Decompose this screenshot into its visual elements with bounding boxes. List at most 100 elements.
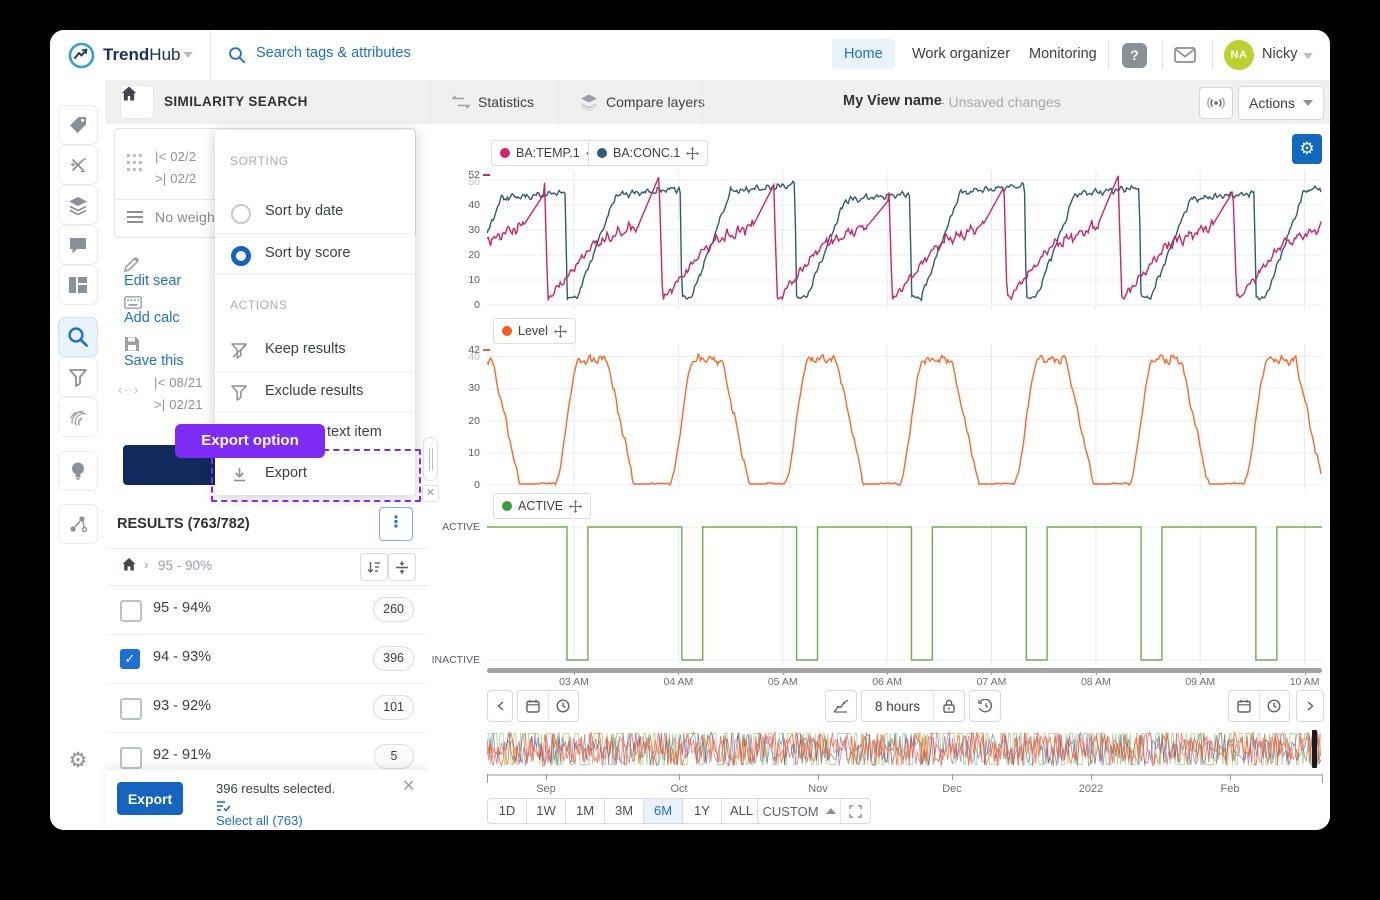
tab-monitoring[interactable]: Monitoring: [1017, 39, 1109, 69]
actions-header: ACTIONS: [230, 298, 288, 312]
broadcast-button[interactable]: [1199, 87, 1233, 119]
fit-screen-icon: [849, 805, 862, 818]
month-label: Dec: [942, 783, 962, 795]
overview-strip[interactable]: [487, 730, 1322, 768]
edit-search-link[interactable]: Edit sear: [124, 256, 181, 290]
close-footer-icon[interactable]: ✕: [402, 776, 415, 796]
row-checkbox[interactable]: [120, 698, 142, 720]
month-label: Nov: [808, 783, 828, 795]
result-row[interactable]: ✓ 94 - 93% 396: [106, 634, 428, 684]
radio-unselected[interactable]: [231, 204, 251, 224]
move-icon[interactable]: [569, 500, 582, 513]
rail-comments-button[interactable]: [59, 226, 97, 264]
user-name: Nicky: [1262, 46, 1297, 62]
select-all-link[interactable]: Select all (763): [216, 800, 303, 830]
logo-chevron-down-icon[interactable]: [183, 52, 193, 58]
rail-context-button[interactable]: [59, 505, 97, 543]
collapse-results-button[interactable]: [388, 553, 416, 581]
row-checkbox[interactable]: [120, 600, 142, 622]
series-color-dot: [502, 326, 512, 336]
sort-icon: [367, 561, 381, 574]
tab-compare-layers[interactable]: Compare layers: [580, 80, 705, 124]
range-button-1d[interactable]: 1D: [487, 798, 527, 824]
tab-home[interactable]: Home: [832, 39, 895, 69]
help-button[interactable]: ?: [1122, 43, 1147, 68]
mini-close-icon[interactable]: ✕: [422, 485, 439, 502]
chart-settings-button[interactable]: ⚙: [1292, 134, 1322, 164]
fit-range-button[interactable]: [840, 799, 869, 823]
sort-results-button[interactable]: [360, 553, 388, 581]
tab-statistics[interactable]: Statistics: [452, 80, 534, 124]
rail-settings-button[interactable]: ⚙: [59, 741, 97, 779]
duration-button[interactable]: 8 hours: [862, 691, 933, 721]
row-label: 95 - 94%: [153, 600, 211, 616]
rail-fingerprint-button[interactable]: [59, 398, 97, 436]
chart-type-button[interactable]: [825, 690, 857, 722]
calendar-icon: [526, 699, 540, 713]
rail-filter-button[interactable]: [59, 358, 97, 396]
range-button-1m[interactable]: 1M: [565, 798, 605, 824]
overview-selection-handle[interactable]: [1312, 730, 1317, 768]
chart-active[interactable]: [487, 520, 1322, 665]
menu-item-sort-by-date[interactable]: Sort by date: [215, 192, 415, 233]
actions-button[interactable]: Actions: [1238, 86, 1324, 120]
history-button[interactable]: [969, 690, 1001, 722]
avatar[interactable]: NA: [1224, 40, 1254, 70]
tab-work-organizer[interactable]: Work organizer: [900, 39, 1022, 69]
y-label: 30: [440, 382, 480, 394]
mail-icon[interactable]: [1174, 47, 1196, 63]
x-axis-scrollbar[interactable]: [487, 668, 1322, 673]
user-chevron-down-icon[interactable]: [1303, 53, 1313, 59]
start-time-button[interactable]: [548, 691, 579, 721]
rail-recommendations-button[interactable]: [59, 452, 97, 490]
result-row[interactable]: 95 - 94% 260: [106, 585, 428, 635]
result-row[interactable]: 93 - 92% 101: [106, 683, 428, 733]
rail-tags-button[interactable]: [59, 106, 97, 144]
row-label: 93 - 92%: [153, 698, 211, 714]
end-time-button[interactable]: [1259, 691, 1290, 721]
start-date-button[interactable]: [518, 691, 548, 721]
search-input[interactable]: [254, 44, 558, 62]
breadcrumb-home-icon[interactable]: [122, 558, 136, 571]
menu-item-exclude-results[interactable]: Exclude results: [215, 371, 415, 413]
legend-chip-level[interactable]: Level: [493, 318, 576, 344]
rail-operators-button[interactable]: [59, 146, 97, 184]
move-icon[interactable]: [686, 147, 699, 160]
range-button-1y[interactable]: 1Y: [682, 798, 722, 824]
chart-level[interactable]: [487, 345, 1322, 490]
custom-range-button[interactable]: CUSTOM: [758, 799, 840, 823]
export-selected-button[interactable]: Export: [117, 782, 183, 815]
legend-chip-ba-conc[interactable]: BA:CONC.1: [588, 140, 708, 166]
app-logo[interactable]: [68, 42, 95, 69]
panel-scrollbar-grip[interactable]: [423, 437, 438, 481]
results-menu-button[interactable]: ⋮: [379, 507, 413, 541]
chart-temp-conc[interactable]: [487, 170, 1322, 310]
tab-statistics-label: Statistics: [478, 94, 534, 110]
save-search-link[interactable]: Save this: [124, 336, 184, 370]
menu-item-sort-by-score[interactable]: Sort by score: [215, 233, 415, 275]
radio-selected[interactable]: [231, 246, 251, 266]
row-checkbox-checked[interactable]: ✓: [120, 649, 140, 669]
move-icon[interactable]: [554, 325, 567, 338]
rail-layers-button[interactable]: [59, 186, 97, 224]
menu-item-export[interactable]: Export: [215, 453, 415, 496]
legend-chip-active[interactable]: ACTIVE: [493, 493, 591, 519]
row-checkbox[interactable]: [120, 747, 142, 769]
time-label: 04 AM: [663, 676, 693, 688]
rail-search-button[interactable]: [59, 318, 97, 356]
end-date-button[interactable]: [1229, 691, 1259, 721]
rail-dashboard-button[interactable]: [59, 266, 97, 304]
time-label: 03 AM: [559, 676, 589, 688]
legend-label: Level: [518, 324, 548, 338]
pan-right-button[interactable]: [1296, 690, 1324, 722]
range-button-3m[interactable]: 3M: [604, 798, 644, 824]
home-view-button[interactable]: [121, 86, 153, 118]
pan-left-button[interactable]: [487, 690, 513, 722]
breadcrumb: 95 - 90%: [158, 558, 212, 573]
menu-item-keep-results[interactable]: Keep results: [215, 330, 415, 371]
range-button-1w[interactable]: 1W: [526, 798, 566, 824]
add-calculation-link[interactable]: Add calc: [124, 296, 180, 327]
lock-duration-button[interactable]: [933, 691, 964, 721]
range-button-all[interactable]: ALL: [721, 798, 762, 824]
range-button-6m[interactable]: 6M: [643, 798, 683, 824]
